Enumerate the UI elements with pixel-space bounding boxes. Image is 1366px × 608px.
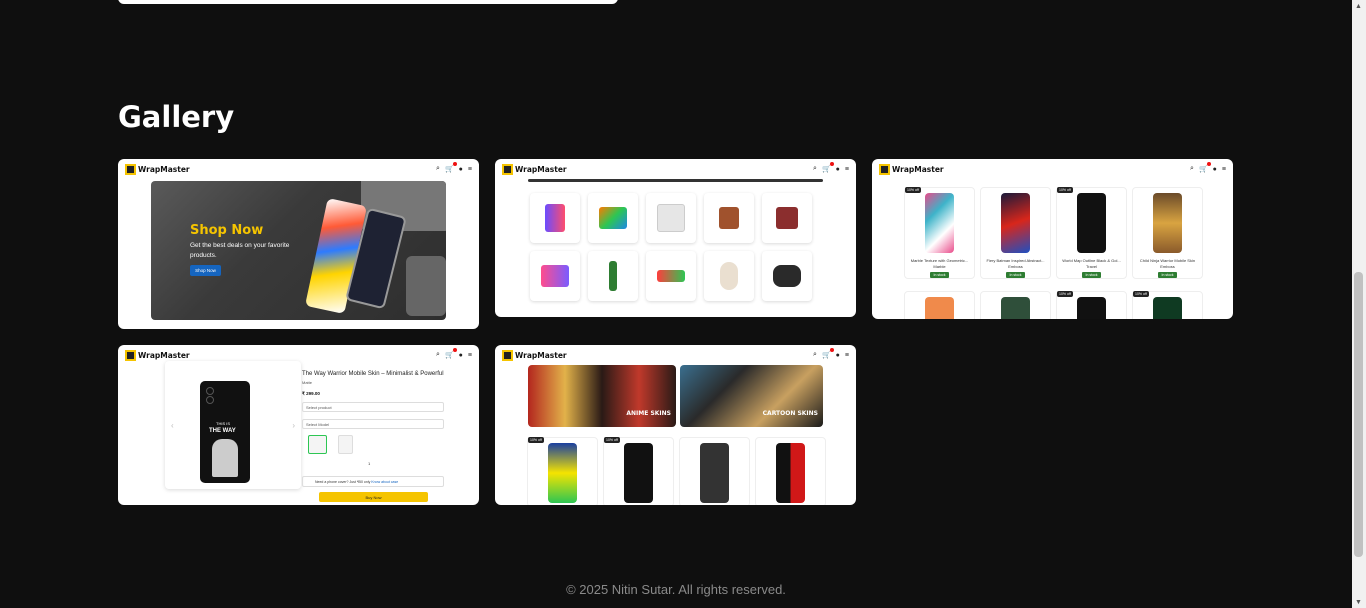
hero-shop-button: Shop Now <box>190 265 221 276</box>
hero-banner: Shop Now Get the best deals on your favo… <box>151 181 446 320</box>
product-row: 10% off Marble Texture with Geometric... M… <box>904 187 1203 279</box>
search-icon: ⌕ <box>436 165 440 172</box>
gallery-image-collections[interactable]: WrapMaster ⌕ 🛒 ● ≡ ANIME SKINS CARTOON SKIN… <box>495 345 856 505</box>
hero-text: Get the best deals on your favorite prod… <box>190 242 290 259</box>
model-option <box>308 435 327 454</box>
cart-icon: 🛒 <box>822 348 834 359</box>
brand-logo: WrapMaster <box>502 163 567 175</box>
menu-icon: ≡ <box>1221 165 1226 173</box>
user-icon: ● <box>835 165 840 173</box>
brand-logo: WrapMaster <box>125 349 190 361</box>
cart-icon: 🛒 <box>445 162 457 173</box>
cart-icon: 🛒 <box>445 348 457 359</box>
cart-icon: 🛒 <box>822 162 834 173</box>
product-row: 10% off 10% off <box>904 291 1203 319</box>
product-card: 10% off <box>527 437 598 505</box>
product-price: ₹ 299.00 <box>302 391 320 396</box>
category-tablet <box>646 193 696 243</box>
category-earbuds <box>704 193 754 243</box>
product-card <box>980 291 1051 319</box>
search-icon: ⌕ <box>1190 165 1194 172</box>
gallery-image-categories[interactable]: WrapMaster ⌕ 🛒 ● ≡ <box>495 159 856 317</box>
user-icon: ● <box>1212 165 1217 173</box>
page: Gallery WrapMaster ⌕ 🛒 ● ≡ Shop Now Get the… <box>0 0 1366 608</box>
mockup-header: WrapMaster ⌕ 🛒 ● ≡ <box>495 345 856 365</box>
phone-cover-option: Need a phone cover? Just ₹50 only Know a… <box>302 476 444 487</box>
mockup-header: WrapMaster ⌕ 🛒 ● ≡ <box>872 159 1233 179</box>
category-phone <box>530 193 580 243</box>
gallery-image-home[interactable]: WrapMaster ⌕ 🛒 ● ≡ Shop Now Get the best de… <box>118 159 479 329</box>
product-finish: Matte <box>302 380 313 385</box>
product-card: 10% off <box>603 437 674 505</box>
quantity-value: 1 <box>368 461 371 466</box>
mockup-header: WrapMaster ⌕ 🛒 ● ≡ <box>495 159 856 179</box>
phone-preview: THIS IS THE WAY <box>200 381 250 483</box>
category-laptop <box>588 193 638 243</box>
brand-logo: WrapMaster <box>125 163 190 175</box>
product-title: The Way Warrior Mobile Skin – Minimalist… <box>302 371 444 377</box>
brand-logo: WrapMaster <box>502 349 567 361</box>
product-card: Child Ninja Warrior Mobile Skin Emboss In … <box>1132 187 1203 279</box>
product-card: 10% off <box>1132 291 1203 319</box>
user-icon: ● <box>835 351 840 359</box>
product-card <box>755 437 826 505</box>
anime-skins-banner: ANIME SKINS <box>528 365 676 427</box>
category-console <box>530 251 580 301</box>
gallery-heading: Gallery <box>118 100 235 134</box>
product-card: 10% off <box>1056 291 1127 319</box>
product-image: ‹ THIS IS THE WAY › <box>165 361 301 489</box>
menu-icon: ≡ <box>844 351 849 359</box>
category-controller <box>762 251 812 301</box>
menu-icon: ≡ <box>844 165 849 173</box>
model-option <box>338 435 353 454</box>
category-grid <box>530 193 812 301</box>
category-charger <box>762 193 812 243</box>
hero-title: Shop Now <box>190 223 264 238</box>
select-model: Select Model <box>302 419 444 429</box>
user-icon: ● <box>458 351 463 359</box>
product-card: Fiery Batman Inspired Abstract... Emboss I… <box>980 187 1051 279</box>
next-icon: › <box>292 421 295 430</box>
search-icon: ⌕ <box>813 351 817 358</box>
mockup-header: WrapMaster ⌕ 🛒 ● ≡ <box>118 159 479 179</box>
menu-icon: ≡ <box>467 351 472 359</box>
footer-copyright: © 2025 Nitin Sutar. All rights reserved. <box>566 582 786 597</box>
search-icon: ⌕ <box>436 351 440 358</box>
product-card: 10% off Marble Texture with Geometric... M… <box>904 187 975 279</box>
category-card <box>646 251 696 301</box>
search-icon: ⌕ <box>813 165 817 172</box>
product-card <box>679 437 750 505</box>
scroll-down-icon[interactable]: ▼ <box>1355 599 1362 606</box>
category-pendrive <box>588 251 638 301</box>
scroll-up-icon[interactable]: ▲ <box>1355 3 1362 10</box>
user-icon: ● <box>458 165 463 173</box>
gallery-image-product-detail[interactable]: WrapMaster ⌕ 🛒 ● ≡ ‹ THIS IS THE WAY › The … <box>118 345 479 505</box>
menu-icon: ≡ <box>467 165 472 173</box>
category-mouse <box>704 251 754 301</box>
product-card: 10% off World Map Outline Black & Gol... T… <box>1056 187 1127 279</box>
buy-now-button: Buy Now <box>319 492 428 502</box>
scrollbar-thumb[interactable] <box>1354 272 1363 557</box>
previous-section-card <box>118 0 618 4</box>
page-scrollbar[interactable]: ▲ ▼ <box>1352 0 1366 608</box>
prev-icon: ‹ <box>171 421 174 430</box>
gallery-image-products[interactable]: WrapMaster ⌕ 🛒 ● ≡ 10% off Marble Texture wi… <box>872 159 1233 319</box>
cartoon-skins-banner: CARTOON SKINS <box>680 365 823 427</box>
product-card <box>904 291 975 319</box>
brand-logo: WrapMaster <box>879 163 944 175</box>
cart-icon: 🛒 <box>1199 162 1211 173</box>
select-product: Select product <box>302 402 444 412</box>
product-row: 10% off 10% off <box>527 437 826 505</box>
